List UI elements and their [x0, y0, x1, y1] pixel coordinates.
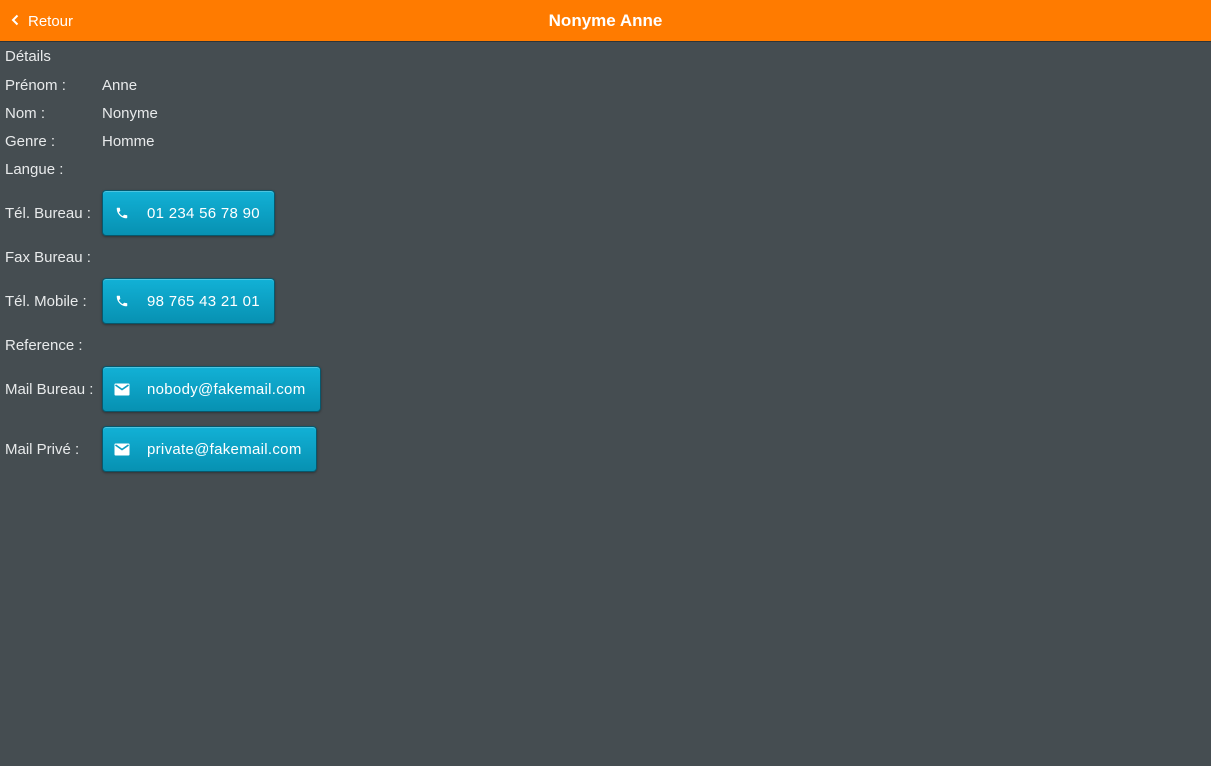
language-label: Langue :	[5, 160, 64, 178]
office-mail-label: Mail Bureau :	[5, 380, 94, 398]
last-name-label: Nom :	[5, 104, 46, 122]
private-mail-label: Mail Privé :	[5, 440, 80, 458]
first-name-value: Anne	[102, 76, 138, 94]
chevron-left-icon	[10, 13, 28, 30]
top-bar: Retour Nonyme Anne	[0, 0, 1211, 42]
details-panel: Détails Prénom : Anne Nom : Nonyme Genre…	[5, 43, 1205, 479]
phone-icon	[114, 293, 130, 309]
office-mail-address: nobody@fakemail.com	[147, 380, 306, 398]
office-phone-row: Tél. Bureau : 01 234 56 78 90	[5, 183, 1205, 243]
office-phone-label: Tél. Bureau :	[5, 204, 91, 222]
reference-label: Reference :	[5, 336, 83, 354]
office-fax-label: Fax Bureau :	[5, 248, 91, 266]
office-phone-button[interactable]: 01 234 56 78 90	[102, 190, 275, 236]
page-title: Nonyme Anne	[548, 11, 663, 30]
mobile-phone-label: Tél. Mobile :	[5, 292, 87, 310]
last-name-row: Nom : Nonyme	[5, 99, 1205, 127]
mail-icon	[114, 441, 130, 457]
mobile-phone-row: Tél. Mobile : 98 765 43 21 01	[5, 271, 1205, 331]
office-phone-number: 01 234 56 78 90	[147, 204, 260, 222]
phone-icon	[114, 205, 130, 221]
office-fax-row: Fax Bureau :	[5, 243, 1205, 271]
reference-row: Reference :	[5, 331, 1205, 359]
private-mail-button[interactable]: private@fakemail.com	[102, 426, 317, 472]
mobile-phone-number: 98 765 43 21 01	[147, 292, 260, 310]
private-mail-row: Mail Privé : private@fakemail.com	[5, 419, 1205, 479]
gender-row: Genre : Homme	[5, 127, 1205, 155]
last-name-value: Nonyme	[102, 104, 158, 122]
language-row: Langue :	[5, 155, 1205, 183]
section-title: Détails	[5, 48, 51, 65]
first-name-row: Prénom : Anne	[5, 71, 1205, 99]
gender-value: Homme	[102, 132, 155, 150]
mobile-phone-button[interactable]: 98 765 43 21 01	[102, 278, 275, 324]
first-name-label: Prénom :	[5, 76, 66, 94]
private-mail-address: private@fakemail.com	[147, 440, 302, 458]
back-button-label: Retour	[28, 12, 74, 30]
office-mail-row: Mail Bureau : nobody@fakemail.com	[5, 359, 1205, 419]
gender-label: Genre :	[5, 132, 56, 150]
back-button[interactable]: Retour	[10, 0, 73, 42]
office-mail-button[interactable]: nobody@fakemail.com	[102, 366, 321, 412]
mail-icon	[114, 381, 130, 397]
